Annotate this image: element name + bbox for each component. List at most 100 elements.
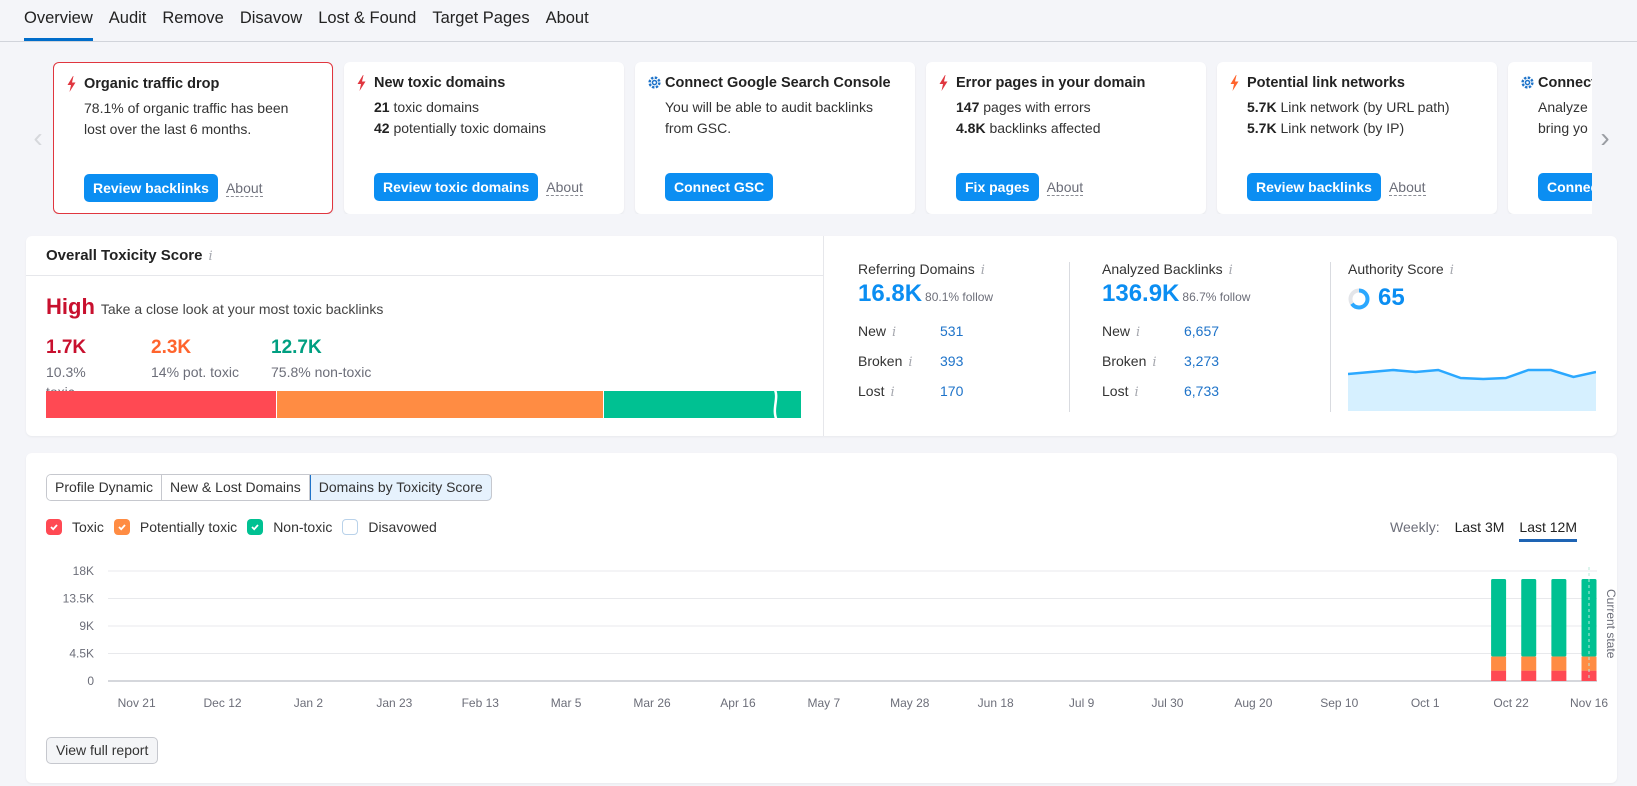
x-tick-label: Nov 21	[118, 696, 156, 710]
analyzed-backlinks-metric: Analyzed Backlinks i 136.9K 86.7% follow N…	[1102, 260, 1250, 407]
issue-card-action-button[interactable]: Review toxic domains	[374, 173, 539, 201]
domains-toxicity-chart: 0 4.5K 9K 13.5K 18K Nov 21 Dec 12 Jan 2 Jan 23 Fe…	[63, 564, 1617, 710]
bar-potentially-toxic	[1521, 656, 1537, 671]
issue-card-actions: Review toxic domains About	[374, 173, 583, 201]
referring-domains-metric: Referring Domains i 16.8K 80.1% follow New…	[858, 260, 993, 407]
current-state-label: Current state	[1604, 589, 1617, 659]
issue-card: Connect Google Analytics Analyze bring yo C…	[1508, 62, 1592, 214]
issue-card-text: bring yo	[1538, 120, 1588, 136]
tab-overview[interactable]: Overview	[24, 8, 93, 41]
bar-non-toxic	[1491, 578, 1507, 657]
backlinks-lost-row: Lost i 6,733	[1102, 377, 1250, 407]
authority-score-value[interactable]: 65	[1378, 284, 1405, 311]
issue-card-title: Error pages in your domain	[956, 75, 1146, 91]
y-tick-label: 9K	[79, 619, 94, 633]
carousel-prev-button[interactable]: ‹	[28, 124, 48, 152]
lightning-icon	[938, 75, 952, 91]
backlinks-broken-value[interactable]: 3,273	[1184, 347, 1219, 377]
issue-card-about-link[interactable]: About	[1046, 179, 1084, 196]
x-tick-label: Jul 30	[1151, 696, 1183, 710]
info-icon[interactable]: i	[981, 263, 985, 278]
analyzed-backlinks-value[interactable]: 136.9K	[1102, 280, 1179, 307]
referring-domains-value[interactable]: 16.8K	[858, 280, 922, 307]
backlinks-broken-row: Broken i 3,273	[1102, 347, 1250, 377]
x-tick-label: May 28	[890, 696, 930, 710]
tab-disavow[interactable]: Disavow	[240, 8, 302, 41]
issue-card-action-button[interactable]: Review backlinks	[84, 174, 218, 202]
toxicity-header: Overall Toxicity Score i	[26, 236, 823, 276]
issue-card-title: Organic traffic drop	[84, 76, 220, 92]
issue-card-count: 42	[374, 120, 390, 136]
issue-card-text: pages with errors	[979, 99, 1091, 115]
analyzed-backlinks-title: Analyzed Backlinks	[1102, 261, 1223, 277]
issue-card-line: 42 potentially toxic domains	[374, 118, 608, 139]
issue-card: Potential link networks 5.7K Link network…	[1217, 62, 1497, 214]
x-tick-label: Apr 16	[720, 696, 756, 710]
referring-lost-value[interactable]: 170	[940, 377, 963, 407]
issue-card-count: 4.8K	[956, 120, 986, 136]
bar-toxic	[1521, 670, 1537, 681]
potentially-toxic-segment[interactable]	[277, 391, 604, 418]
y-tick-label: 4.5K	[69, 647, 94, 661]
tab-audit[interactable]: Audit	[109, 8, 147, 41]
row-label: New	[1102, 323, 1131, 339]
issue-card-about-link[interactable]: About	[546, 179, 583, 196]
issue-card-text: backlinks affected	[985, 120, 1101, 136]
issue-card-line: lost over the last 6 months.	[84, 119, 316, 140]
info-icon[interactable]: i	[892, 325, 896, 340]
toxic-value[interactable]: 1.7K	[46, 336, 118, 360]
x-tick-label: Aug 20	[1234, 696, 1272, 710]
issue-card-about-link[interactable]: About	[225, 180, 263, 197]
row-label: Lost	[858, 383, 885, 399]
top-nav: Overview Audit Remove Disavow Lost & Fou…	[0, 0, 1637, 42]
bar-toxic	[1491, 670, 1507, 681]
sparkline-area	[1348, 370, 1596, 411]
bar-non-toxic	[1521, 578, 1537, 657]
issue-card-about-link[interactable]: About	[1388, 179, 1426, 196]
issue-card-actions: Fix pages About	[956, 173, 1084, 201]
x-tick-label: Mar 5	[551, 696, 582, 710]
info-icon[interactable]: i	[890, 385, 894, 400]
view-full-report-button[interactable]: View full report	[46, 737, 159, 764]
carousel-next-button[interactable]: ›	[1595, 124, 1615, 152]
issue-card-line: 78.1% of organic traffic has been	[84, 98, 316, 119]
info-icon[interactable]: i	[1450, 263, 1454, 278]
referring-domains-title: Referring Domains	[858, 261, 975, 277]
referring-broken-value[interactable]: 393	[940, 347, 963, 377]
toxic-segment[interactable]	[46, 391, 277, 418]
issue-card-count: 21	[374, 99, 390, 115]
x-tick-label: Jun 18	[978, 696, 1014, 710]
tab-remove[interactable]: Remove	[162, 8, 223, 41]
toxicity-panel: Overall Toxicity Score i High Take a clos…	[26, 236, 1617, 436]
referring-new-value[interactable]: 531	[940, 317, 963, 347]
info-icon[interactable]: i	[1136, 325, 1140, 340]
info-icon[interactable]: i	[208, 249, 212, 264]
bar-toxic	[1551, 670, 1567, 681]
info-icon[interactable]: i	[1229, 263, 1233, 278]
non-toxic-value[interactable]: 12.7K	[271, 336, 371, 360]
issue-card-action-button[interactable]: Fix pages	[956, 173, 1039, 201]
issues-carousel: ‹ Organic traffic drop 78.1% of organic t…	[0, 62, 1637, 214]
tab-target-pages[interactable]: Target Pages	[432, 8, 529, 41]
x-tick-label: Dec 12	[204, 696, 242, 710]
issue-card-action-button[interactable]: Connect GSC	[665, 173, 774, 201]
issue-card-action-button[interactable]: Connect	[1538, 173, 1592, 201]
info-icon[interactable]: i	[1134, 385, 1138, 400]
potentially-toxic-value[interactable]: 2.3K	[151, 336, 256, 360]
issue-card-text: toxic domains	[389, 99, 480, 115]
info-icon[interactable]: i	[908, 355, 912, 370]
issue-card-actions: Review backlinks About	[1247, 173, 1426, 201]
row-label: Broken	[858, 353, 903, 369]
backlinks-lost-value[interactable]: 6,733	[1184, 377, 1219, 407]
row-label: Lost	[1102, 383, 1129, 399]
y-tick-label: 13.5K	[63, 592, 94, 606]
issue-card-action-button[interactable]: Review backlinks	[1247, 173, 1381, 201]
tab-lost-found[interactable]: Lost & Found	[318, 8, 416, 41]
backlinks-new-value[interactable]: 6,657	[1184, 317, 1219, 347]
bar-potentially-toxic	[1491, 656, 1507, 671]
info-icon[interactable]: i	[1152, 355, 1156, 370]
issue-card-line: from GSC.	[665, 118, 899, 139]
issue-card-count: 5.7K	[1247, 120, 1277, 136]
issue-card-line: 147 pages with errors	[956, 97, 1190, 118]
tab-about[interactable]: About	[546, 8, 589, 41]
